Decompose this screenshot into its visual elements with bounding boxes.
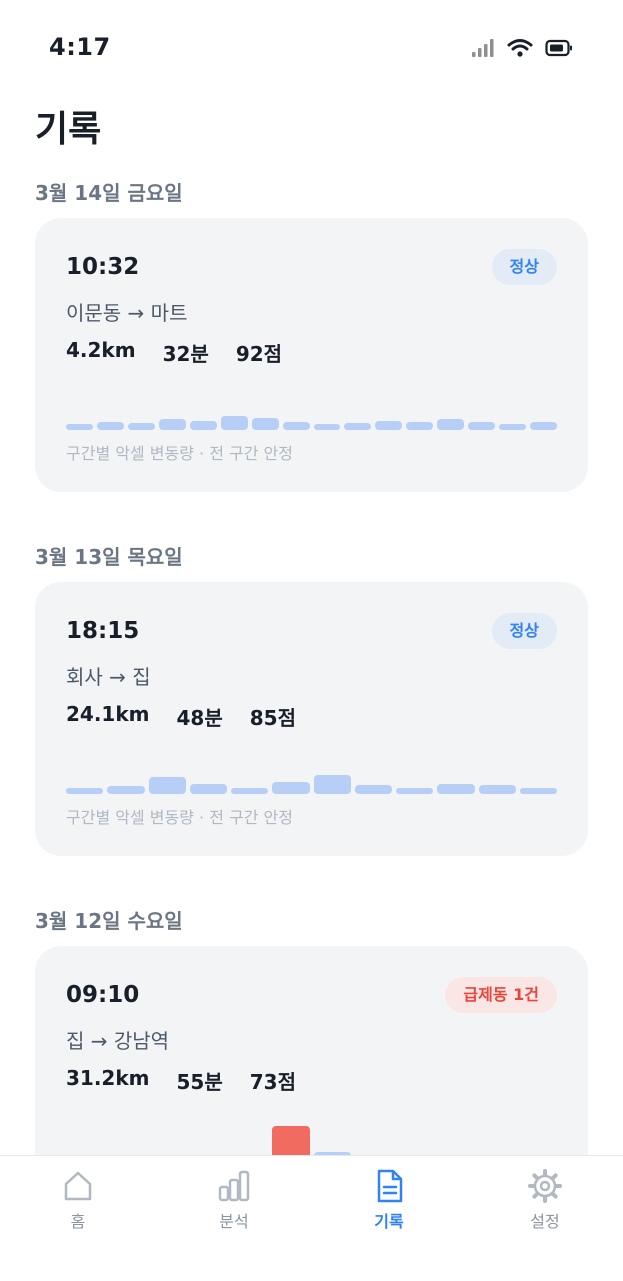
record-time: 10:32 (66, 254, 140, 280)
score-value: 85점 (249, 706, 296, 730)
record-card[interactable]: 18:15 정상 회사 → 집 24.1km 48분 85점 구간별 악셀 변동… (35, 582, 588, 856)
status-bar: 4:17 (0, 0, 623, 96)
date-label: 3월 13일 목요일 (35, 545, 183, 569)
segment-bar (468, 422, 496, 430)
segment-bar (107, 786, 145, 794)
segment-bar-chart (66, 406, 557, 430)
status-badge: 정상 (491, 249, 557, 285)
status-badge: 급제동 1건 (445, 977, 557, 1013)
segment-bar (231, 788, 269, 794)
tab-label: 기록 (374, 1212, 404, 1231)
segment-bar (220, 416, 248, 430)
tab-home[interactable]: 홈 (28, 1168, 128, 1232)
record-time: 09:10 (66, 982, 140, 1008)
route-text: 회사 → 집 (66, 665, 151, 689)
record-card[interactable]: 10:32 정상 이문동 → 마트 4.2km 32분 92점 구간별 악셀 변… (35, 218, 588, 492)
segment-bar (96, 422, 124, 430)
status-icons (471, 37, 573, 59)
page-title: 기록 (35, 109, 102, 150)
score-value: 73점 (249, 1070, 296, 1094)
segment-bar (189, 784, 227, 794)
segment-bar (313, 424, 341, 430)
chart-caption: 구간별 악셀 변동량 · 전 구간 안정 (66, 444, 293, 463)
segment-bar (478, 785, 516, 794)
home-icon (64, 1171, 92, 1201)
record-stats: 24.1km 48분 85점 (66, 702, 296, 731)
duration-value: 55분 (176, 1070, 223, 1094)
tab-label: 홈 (70, 1212, 86, 1231)
segment-bar (158, 419, 186, 430)
route-text: 집 → 강남역 (66, 1029, 170, 1053)
segment-bar (437, 784, 475, 794)
signal-icon (472, 39, 494, 57)
segment-bar (282, 422, 310, 430)
segment-bar (530, 422, 557, 430)
wifi-icon (507, 39, 533, 57)
distance-value: 31.2km (66, 1066, 150, 1090)
segment-bar (406, 422, 434, 430)
segment-bar (66, 424, 93, 430)
record-time: 18:15 (66, 618, 140, 644)
segment-bar (127, 423, 155, 430)
segment-bar (354, 785, 392, 794)
gear-icon (528, 1169, 562, 1203)
segment-bar (437, 419, 465, 430)
segment-bar (344, 423, 372, 430)
tab-records[interactable]: 기록 (339, 1168, 439, 1232)
date-label: 3월 12일 수요일 (35, 909, 183, 933)
record-stats: 4.2km 32분 92점 (66, 338, 282, 367)
status-time: 4:17 (49, 33, 111, 61)
segment-bar (148, 777, 186, 794)
status-badge: 정상 (491, 613, 557, 649)
distance-value: 24.1km (66, 702, 150, 726)
document-icon (377, 1169, 403, 1203)
tab-label: 분석 (219, 1212, 249, 1231)
score-value: 92점 (235, 342, 283, 366)
route-text: 이문동 → 마트 (66, 301, 188, 325)
segment-bar (396, 788, 434, 794)
segment-bar (519, 788, 557, 794)
tab-label: 설정 (530, 1212, 560, 1231)
duration-value: 32분 (162, 342, 209, 366)
segment-bar (375, 421, 403, 430)
segment-bar (272, 782, 310, 794)
chart-caption: 구간별 악셀 변동량 · 전 구간 안정 (66, 808, 293, 827)
duration-value: 48분 (176, 706, 223, 730)
segment-bar (189, 421, 217, 430)
segment-bar-chart (66, 770, 557, 794)
bar-chart-icon (218, 1170, 250, 1202)
date-label: 3월 14일 금요일 (35, 181, 183, 205)
segment-bar (499, 424, 527, 430)
segment-bar (251, 418, 279, 430)
distance-value: 4.2km (66, 338, 136, 362)
bottom-tab-bar: 홈 분석 기록 설정 (0, 1155, 623, 1281)
segment-bar (66, 788, 104, 794)
record-stats: 31.2km 55분 73점 (66, 1066, 296, 1095)
tab-settings[interactable]: 설정 (495, 1168, 595, 1232)
segment-bar (313, 775, 351, 794)
tab-analysis[interactable]: 분석 (184, 1168, 284, 1232)
battery-icon (545, 39, 572, 57)
